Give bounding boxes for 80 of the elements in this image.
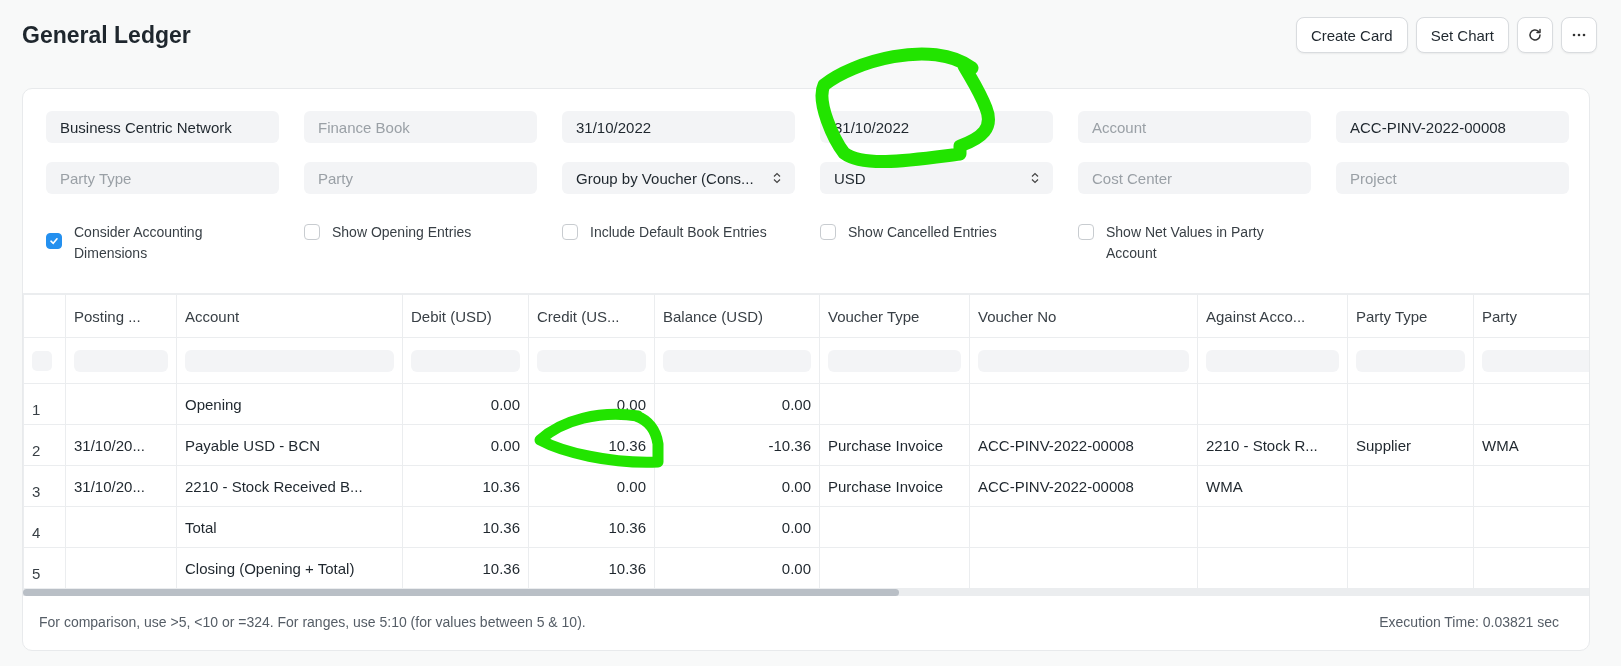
checkbox-label: Show Opening Entries	[332, 223, 472, 242]
table-cell: 0.00	[616, 395, 646, 413]
checkmark-icon	[49, 236, 59, 246]
refresh-button[interactable]	[1517, 17, 1553, 53]
checkbox[interactable]	[304, 224, 320, 240]
column-header[interactable]: Account	[176, 294, 403, 338]
checkbox-label: Show Cancelled Entries	[848, 223, 997, 242]
execution-time: Execution Time: 0.03821 sec	[1379, 614, 1559, 630]
scrollbar-thumb[interactable]	[23, 589, 899, 596]
checkbox-label: Include Default Book Entries	[590, 223, 767, 242]
table-cell: 10.36	[482, 559, 520, 577]
table-cell: Total	[185, 518, 217, 536]
table-cell: ACC-PINV-2022-00008	[978, 436, 1134, 454]
input-field[interactable]: Cost Center	[1078, 162, 1311, 194]
scrollbar[interactable]	[23, 589, 1589, 596]
checkbox-label: Show Net Values in Party Account	[1106, 223, 1265, 263]
table-cell: WMA	[1482, 436, 1519, 454]
more-button[interactable]	[1561, 17, 1597, 53]
table-cell: 2210 - Stock Received B...	[185, 477, 363, 495]
row-number: 1	[23, 383, 66, 425]
table-cell: 10.36	[608, 518, 646, 536]
table-cell: ACC-PINV-2022-00008	[978, 477, 1134, 495]
table-cell: 2210 - Stock R...	[1206, 436, 1318, 454]
input-field[interactable]: Project	[1336, 162, 1569, 194]
chevron-icon	[1031, 172, 1039, 184]
table-cell: -10.36	[768, 436, 811, 454]
input-field[interactable]: Party Type	[46, 162, 279, 194]
table-cell: Opening	[185, 395, 242, 413]
refresh-icon	[1527, 27, 1543, 43]
input-field[interactable]: Party	[304, 162, 537, 194]
table-cell: Supplier	[1356, 436, 1412, 454]
row-number: 4	[23, 506, 66, 548]
table-cell: 10.36	[482, 518, 520, 536]
table-cell: Purchase Invoice	[828, 436, 944, 454]
table-cell: 0.00	[490, 395, 520, 413]
checkbox[interactable]	[562, 224, 578, 240]
input-field[interactable]: Finance Book	[304, 111, 537, 143]
table-cell: Closing (Opening + Total)	[185, 559, 355, 577]
column-header[interactable]: Balance (USD)	[654, 294, 820, 338]
input-field[interactable]: ACC-PINV-2022-00008	[1336, 111, 1569, 143]
table-cell: WMA	[1206, 477, 1243, 495]
column-header[interactable]: Credit (US...	[528, 294, 655, 338]
table-cell: 0.00	[781, 477, 811, 495]
checkbox[interactable]	[46, 233, 62, 249]
table-cell: Payable USD - BCN	[185, 436, 321, 454]
more-icon	[1572, 33, 1586, 37]
table-cell: 10.36	[482, 477, 520, 495]
select-field[interactable]: USD	[820, 162, 1053, 194]
column-header[interactable]: Debit (USD)	[402, 294, 529, 338]
table-cell: 0.00	[616, 477, 646, 495]
action-button[interactable]: Create Card	[1295, 17, 1408, 53]
column-header[interactable]: Party Type	[1347, 294, 1474, 338]
column-header[interactable]: Against Acco...	[1197, 294, 1348, 338]
table-cell: 31/10/20...	[74, 436, 145, 454]
table-cell: 0.00	[781, 395, 811, 413]
table-cell: Purchase Invoice	[828, 477, 944, 495]
checkbox[interactable]	[1078, 224, 1094, 240]
chevron-icon	[773, 172, 781, 184]
select-field[interactable]: Group by Voucher (Cons...	[562, 162, 795, 194]
table-cell: 0.00	[781, 559, 811, 577]
table-cell: 0.00	[490, 436, 520, 454]
table-cell: 31/10/20...	[74, 477, 145, 495]
column-header[interactable]: Party	[1473, 294, 1589, 338]
input-field[interactable]: Business Centric Network	[46, 111, 279, 143]
column-header[interactable]: Posting ...	[65, 294, 177, 338]
page-title: General Ledger	[22, 21, 191, 49]
filter-hint: For comparison, use >5, <10 or =324. For ranges, use 5:10 (for values between 5 & 10).	[39, 614, 586, 630]
row-number: 5	[23, 547, 66, 589]
checkbox-label: Consider Accounting Dimensions	[74, 223, 204, 263]
column-header[interactable]: Voucher Type	[819, 294, 970, 338]
input-field[interactable]: Account	[1078, 111, 1311, 143]
row-number: 2	[23, 424, 66, 466]
action-button[interactable]: Set Chart	[1415, 17, 1509, 53]
table-cell: 10.36	[608, 436, 646, 454]
table-cell: 0.00	[781, 518, 811, 536]
input-field[interactable]: 31/10/2022	[562, 111, 795, 143]
column-header[interactable]: Voucher No	[969, 294, 1198, 338]
table-cell: 10.36	[608, 559, 646, 577]
row-number: 3	[23, 465, 66, 507]
checkbox[interactable]	[820, 224, 836, 240]
